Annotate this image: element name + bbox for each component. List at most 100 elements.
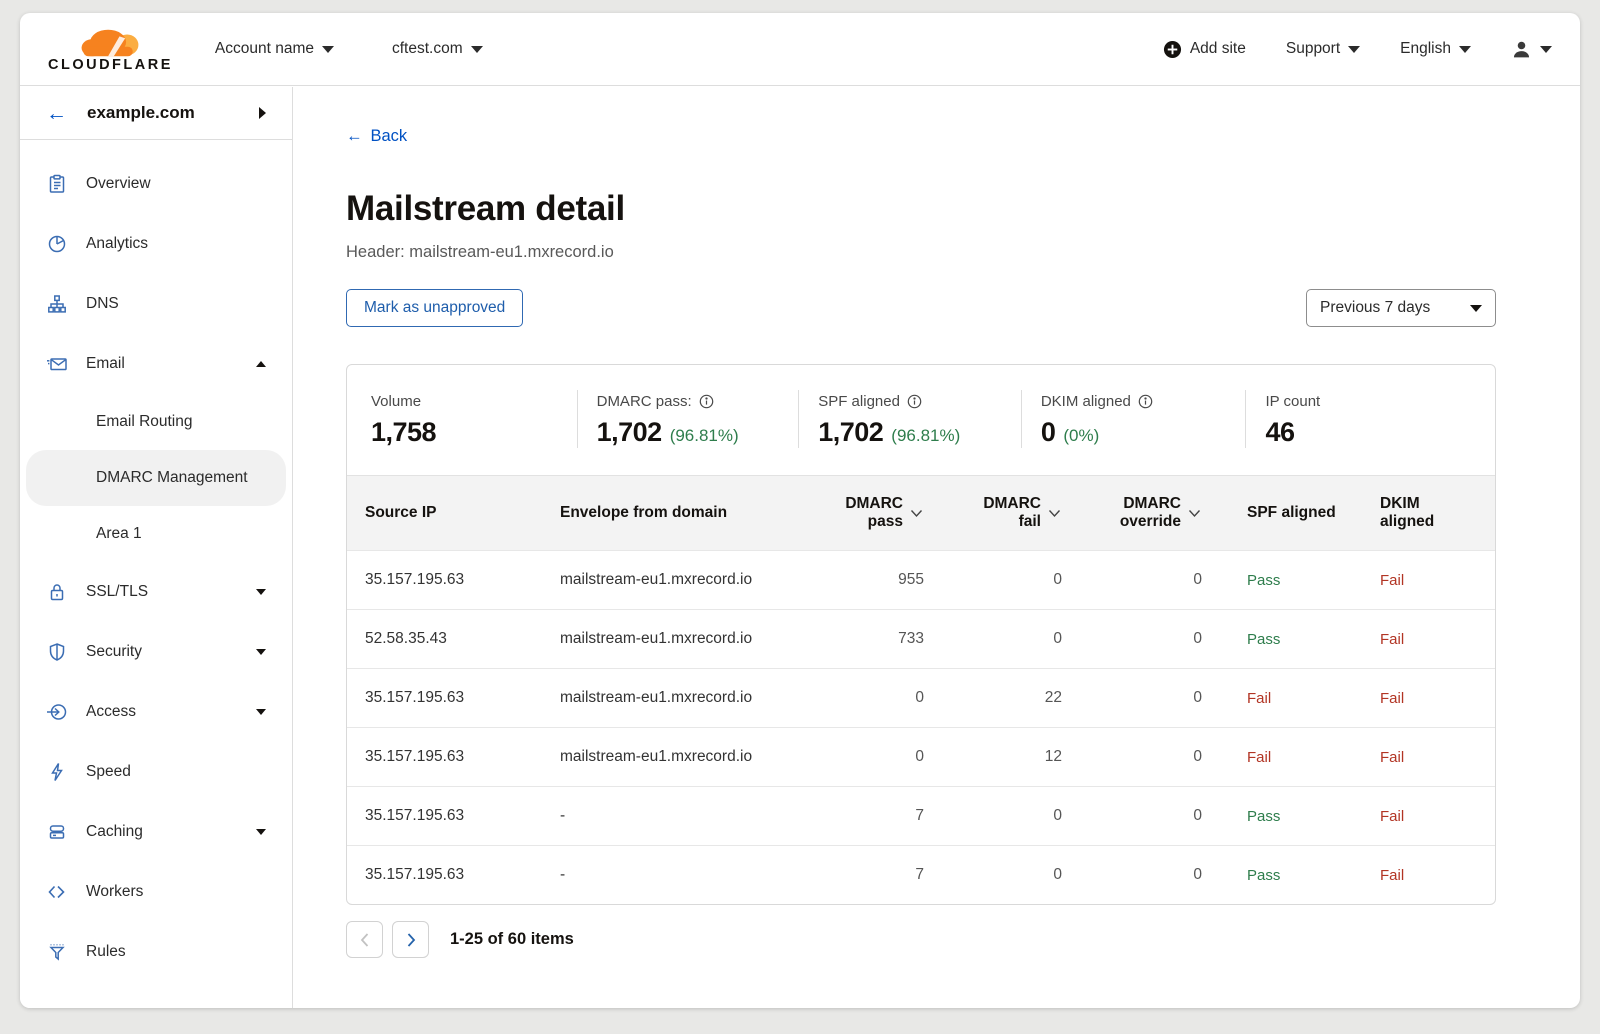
column-label: Envelope from domain xyxy=(560,504,727,522)
column-label: DMARC override xyxy=(1117,495,1181,531)
column-label: DMARC fail xyxy=(977,495,1041,531)
cell-spf-aligned: Pass xyxy=(1210,867,1362,884)
cell-dmarc-pass: 733 xyxy=(802,630,932,648)
sidebar-item-security[interactable]: Security xyxy=(20,622,292,682)
sidebar-site-name[interactable]: example.com xyxy=(87,103,239,123)
add-site-button[interactable]: Add site xyxy=(1163,40,1246,59)
user-icon xyxy=(1511,39,1532,60)
info-icon[interactable] xyxy=(699,394,714,409)
chevron-down-icon xyxy=(1540,46,1552,53)
sidebar-item-rules[interactable]: Rules xyxy=(20,922,292,982)
cell-dmarc-fail: 12 xyxy=(932,748,1070,766)
cell-dmarc-override: 0 xyxy=(1070,630,1210,648)
date-range-select[interactable]: Previous 7 days xyxy=(1306,289,1496,327)
cell-envelope-domain: mailstream-eu1.mxrecord.io xyxy=(542,689,802,707)
stat-percent: (96.81%) xyxy=(891,426,960,446)
table-row[interactable]: 35.157.195.63 - 7 0 0 Pass Fail xyxy=(347,845,1495,904)
sidebar-item-access[interactable]: Access xyxy=(20,682,292,742)
stat-ip-count: IP count 46 xyxy=(1245,390,1495,448)
support-menu[interactable]: Support xyxy=(1286,40,1360,58)
language-label: English xyxy=(1400,40,1451,58)
sidebar-item-label: Email Routing xyxy=(96,413,193,431)
sidebar-item-area-1[interactable]: Area 1 xyxy=(20,506,292,562)
back-link[interactable]: ← Back xyxy=(346,127,407,146)
pie-chart-icon xyxy=(46,233,68,255)
chevron-right-icon[interactable] xyxy=(259,107,266,119)
previous-page-button[interactable] xyxy=(346,921,383,958)
user-menu[interactable] xyxy=(1511,39,1552,60)
table-row[interactable]: 35.157.195.63 - 7 0 0 Pass Fail xyxy=(347,786,1495,845)
column-label: Source IP xyxy=(365,504,437,522)
sidebar-site-header: ← example.com xyxy=(20,87,292,140)
cell-dmarc-override: 0 xyxy=(1070,748,1210,766)
back-arrow-icon[interactable]: ← xyxy=(46,103,67,124)
mailstream-card: Volume 1,758 DMARC pass: xyxy=(346,364,1496,905)
sidebar-item-label: DMARC Management xyxy=(96,469,248,487)
access-arrow-icon xyxy=(46,701,68,723)
chevron-up-icon xyxy=(256,361,266,367)
next-page-button[interactable] xyxy=(392,921,429,958)
chevron-down-icon xyxy=(471,46,483,53)
sidebar-item-workers[interactable]: Workers xyxy=(20,862,292,922)
cell-envelope-domain: mailstream-eu1.mxrecord.io xyxy=(542,748,802,766)
sidebar-item-analytics[interactable]: Analytics xyxy=(20,214,292,274)
sidebar-item-speed[interactable]: Speed xyxy=(20,742,292,802)
column-header-dkim-aligned: DKIM aligned xyxy=(1362,495,1496,531)
cell-source-ip: 35.157.195.63 xyxy=(347,866,542,884)
site-menu[interactable]: cftest.com xyxy=(392,40,483,58)
top-nav: CLOUDFLARE Account name cftest.com Add s… xyxy=(20,13,1580,86)
column-header-source-ip: Source IP xyxy=(347,504,542,522)
cloudflare-cloud-icon xyxy=(79,25,141,61)
cell-source-ip: 35.157.195.63 xyxy=(347,748,542,766)
site-menu-label: cftest.com xyxy=(392,40,463,58)
back-arrow-icon: ← xyxy=(346,127,363,146)
stat-label: DKIM aligned xyxy=(1041,393,1131,410)
sidebar-item-label: Email xyxy=(86,355,238,373)
sidebar-item-label: Area 1 xyxy=(96,525,142,543)
cell-envelope-domain: mailstream-eu1.mxrecord.io xyxy=(542,630,802,648)
cell-dmarc-fail: 22 xyxy=(932,689,1070,707)
cell-dmarc-override: 0 xyxy=(1070,807,1210,825)
chevron-down-icon xyxy=(1459,46,1471,53)
stat-label: Volume xyxy=(371,393,421,410)
code-brackets-icon xyxy=(46,881,68,903)
account-menu[interactable]: Account name xyxy=(215,40,334,58)
mark-unapproved-button[interactable]: Mark as unapproved xyxy=(346,289,523,327)
table-row[interactable]: 35.157.195.63 mailstream-eu1.mxrecord.io… xyxy=(347,727,1495,786)
stat-value: 1,758 xyxy=(371,417,436,448)
sidebar-item-dmarc-management[interactable]: DMARC Management xyxy=(26,450,286,506)
cell-envelope-domain: - xyxy=(542,866,802,884)
language-menu[interactable]: English xyxy=(1400,40,1471,58)
column-header-dmarc-pass[interactable]: DMARC pass xyxy=(802,495,932,531)
sidebar-item-label: Access xyxy=(86,703,238,721)
sidebar-item-dns[interactable]: DNS xyxy=(20,274,292,334)
shield-icon xyxy=(46,641,68,663)
cell-source-ip: 35.157.195.63 xyxy=(347,807,542,825)
sidebar-item-email[interactable]: Email xyxy=(20,334,292,394)
chevron-down-icon xyxy=(256,589,266,595)
sidebar-item-ssl-tls[interactable]: SSL/TLS xyxy=(20,562,292,622)
table-row[interactable]: 35.157.195.63 mailstream-eu1.mxrecord.io… xyxy=(347,668,1495,727)
sidebar-nav: Overview Analytics DNS xyxy=(20,140,292,982)
add-circle-icon xyxy=(1163,40,1182,59)
sidebar-item-email-routing[interactable]: Email Routing xyxy=(20,394,292,450)
cell-spf-aligned: Fail xyxy=(1210,690,1362,707)
page-title: Mailstream detail xyxy=(346,189,1580,229)
back-link-label: Back xyxy=(371,127,408,146)
cell-dmarc-override: 0 xyxy=(1070,866,1210,884)
sidebar-item-caching[interactable]: Caching xyxy=(20,802,292,862)
column-header-dmarc-fail[interactable]: DMARC fail xyxy=(932,495,1070,531)
cell-source-ip: 35.157.195.63 xyxy=(347,689,542,707)
stat-volume: Volume 1,758 xyxy=(347,390,577,448)
sidebar-item-overview[interactable]: Overview xyxy=(20,154,292,214)
cell-spf-aligned: Pass xyxy=(1210,631,1362,648)
table-row[interactable]: 35.157.195.63 mailstream-eu1.mxrecord.io… xyxy=(347,550,1495,609)
sidebar-item-label: Workers xyxy=(86,883,266,901)
column-header-dmarc-override[interactable]: DMARC override xyxy=(1070,495,1210,531)
info-icon[interactable] xyxy=(907,394,922,409)
envelope-icon xyxy=(46,353,68,375)
info-icon[interactable] xyxy=(1138,394,1153,409)
cloudflare-logo[interactable]: CLOUDFLARE xyxy=(48,25,173,73)
chevron-down-icon xyxy=(1470,305,1482,312)
table-row[interactable]: 52.58.35.43 mailstream-eu1.mxrecord.io 7… xyxy=(347,609,1495,668)
